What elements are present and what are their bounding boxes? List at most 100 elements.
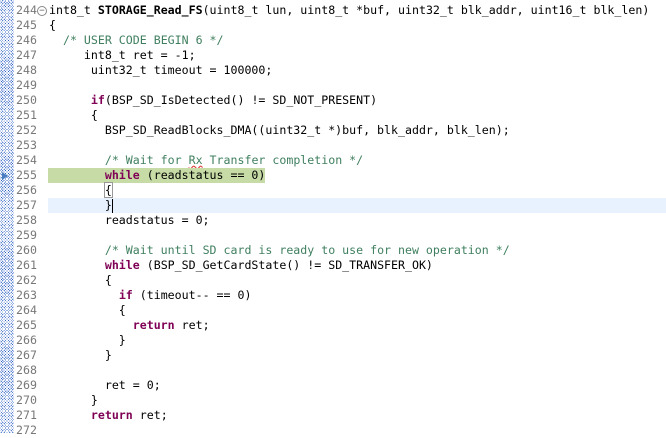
line-number: 252: [16, 123, 37, 137]
line-number: 245: [16, 18, 37, 32]
line-number: 256: [16, 183, 37, 197]
code-line[interactable]: 261 while (BSP_SD_GetCardState() != SD_T…: [0, 258, 666, 273]
code-token: {: [103, 182, 113, 198]
code-line[interactable]: 272: [0, 423, 666, 438]
line-number: 270: [16, 393, 37, 407]
code-token: }: [49, 393, 98, 407]
code-text: {: [49, 108, 666, 123]
line-number: 257: [16, 198, 37, 212]
line-number: 247: [16, 48, 37, 62]
code-line[interactable]: 251 {: [0, 108, 666, 123]
code-line[interactable]: 258 readstatus = 0;: [0, 213, 666, 228]
code-token: {: [49, 303, 126, 317]
code-token: {: [49, 108, 98, 122]
code-text: /* Wait until SD card is ready to use fo…: [49, 243, 666, 258]
keyword-token: return: [90, 408, 133, 422]
code-token: (timeout-- == 0): [132, 288, 252, 302]
code-line[interactable]: 244− int8_t STORAGE_Read_FS(uint8_t lun, …: [0, 3, 666, 18]
line-number: 255: [16, 168, 37, 182]
keyword-token: while: [104, 168, 140, 182]
code-line[interactable]: 257 }: [0, 198, 666, 213]
code-token: uint32_t timeout = 100000;: [49, 63, 273, 77]
code-token: ret = 0;: [49, 378, 161, 392]
code-line[interactable]: 260 /* Wait until SD card is ready to us…: [0, 243, 666, 258]
code-line[interactable]: 263 if (timeout-- == 0): [0, 288, 666, 303]
code-text: while (readstatus == 0): [49, 168, 666, 183]
code-token: int8_t ret = -1;: [49, 48, 196, 62]
code-text: return ret;: [49, 318, 666, 333]
code-line[interactable]: 248 uint32_t timeout = 100000;: [0, 63, 666, 78]
code-text: int8_t ret = -1;: [49, 48, 666, 63]
code-token: }: [49, 348, 112, 362]
code-line[interactable]: 266 }: [0, 333, 666, 348]
code-token: }: [49, 198, 112, 212]
code-line[interactable]: 259: [0, 228, 666, 243]
code-token: }: [49, 333, 126, 347]
code-line[interactable]: 256 {: [0, 182, 666, 198]
code-line[interactable]: 265 return ret;: [0, 318, 666, 333]
code-token: ret;: [132, 408, 168, 422]
code-token: {: [49, 273, 112, 287]
line-number: 265: [16, 318, 37, 332]
code-text: }: [49, 393, 666, 408]
code-text: {: [49, 182, 666, 198]
line-number: 272: [16, 423, 37, 437]
line-number: 271: [16, 408, 37, 422]
line-number: 253: [16, 138, 37, 152]
code-line[interactable]: 271 return ret;: [0, 408, 666, 423]
code-line[interactable]: 255 while (readstatus == 0): [0, 168, 666, 183]
comment-token: /* USER CODE BEGIN 6 */: [62, 33, 224, 47]
line-number: 246: [16, 33, 37, 47]
code-token: STORAGE_Read_FS: [97, 3, 203, 17]
code-text: if(BSP_SD_IsDetected() != SD_NOT_PRESENT…: [49, 93, 666, 108]
code-token: (uint8_t lun, uint8_t *buf, uint32_t blk…: [202, 3, 650, 17]
code-line[interactable]: 268: [0, 363, 666, 378]
code-text: }: [49, 348, 666, 363]
code-text: return ret;: [49, 408, 666, 423]
code-line[interactable]: 247 int8_t ret = -1;: [0, 48, 666, 63]
code-line[interactable]: 253: [0, 138, 666, 153]
code-text: /* Wait for Rx Transfer completion */: [49, 153, 666, 168]
code-line[interactable]: 246 /* USER CODE BEGIN 6 */: [0, 33, 666, 48]
code-line[interactable]: 269 ret = 0;: [0, 378, 666, 393]
code-line[interactable]: 254 /* Wait for Rx Transfer completion *…: [0, 153, 666, 168]
line-number: 266: [16, 333, 37, 347]
code-token: (readstatus == 0): [139, 168, 266, 182]
comment-token: /* Wait until SD card is ready to use fo…: [104, 243, 510, 257]
code-line[interactable]: 245 {: [0, 18, 666, 33]
comment-token: /* Wait for: [104, 153, 189, 167]
code-text: while (BSP_SD_GetCardState() != SD_TRANS…: [49, 258, 666, 273]
code-token: int8_t: [49, 3, 98, 17]
line-number: 262: [16, 273, 37, 287]
line-number: 259: [16, 228, 37, 242]
code-token: {: [49, 18, 56, 32]
code-editor[interactable]: 244− int8_t STORAGE_Read_FS(uint8_t lun, …: [0, 3, 666, 438]
keyword-token: if: [90, 93, 105, 107]
code-line[interactable]: 262 {: [0, 273, 666, 288]
code-text: {: [49, 303, 666, 318]
code-token: ret;: [174, 318, 210, 332]
code-line[interactable]: 250 if(BSP_SD_IsDetected() != SD_NOT_PRE…: [0, 93, 666, 108]
code-token: (BSP_SD_GetCardState() != SD_TRANSFER_OK…: [139, 258, 433, 272]
code-line[interactable]: 252 BSP_SD_ReadBlocks_DMA((uint32_t *)bu…: [0, 123, 666, 138]
code-line[interactable]: 249: [0, 78, 666, 93]
code-text: }: [49, 333, 666, 348]
line-number: 267: [16, 348, 37, 362]
code-text: BSP_SD_ReadBlocks_DMA((uint32_t *)buf, b…: [49, 123, 666, 138]
code-line[interactable]: 267 }: [0, 348, 666, 363]
fold-collapse-icon[interactable]: −: [37, 6, 47, 16]
code-line[interactable]: 264 {: [0, 303, 666, 318]
code-line[interactable]: 270 }: [0, 393, 666, 408]
code-token: (BSP_SD_IsDetected() != SD_NOT_PRESENT): [104, 93, 378, 107]
instruction-pointer-icon: [2, 172, 8, 180]
keyword-token: return: [132, 318, 175, 332]
comment-token: Rx: [188, 153, 203, 167]
